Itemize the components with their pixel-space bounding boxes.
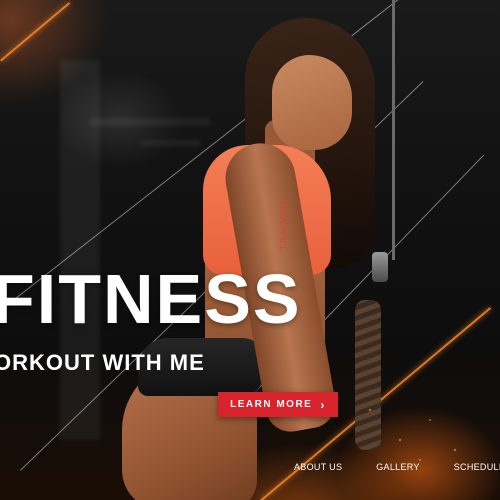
athlete-face: [272, 55, 352, 150]
hero-banner: TRAINING FITNESS ORKOUT WITH ME LEARN MO…: [0, 0, 500, 500]
subtitle: ORKOUT WITH ME: [0, 350, 205, 375]
cable: [392, 0, 395, 260]
learn-more-button[interactable]: LEARN MORE ›: [218, 392, 338, 417]
bottom-nav: ABOUT US GALLERY SCHEDULE T: [294, 462, 500, 472]
vertical-tag: TRAINING: [279, 195, 288, 250]
nav-item-gallery[interactable]: GALLERY: [376, 462, 419, 472]
nav-item-about-us[interactable]: ABOUT US: [294, 462, 342, 472]
nav-item-schedule[interactable]: SCHEDULE: [454, 462, 500, 472]
sparks: [360, 390, 480, 470]
page-title: FITNESS: [0, 260, 302, 338]
cable-clip: [372, 252, 388, 282]
chevron-right-icon: ›: [320, 397, 326, 412]
learn-more-label: LEARN MORE: [230, 399, 313, 410]
